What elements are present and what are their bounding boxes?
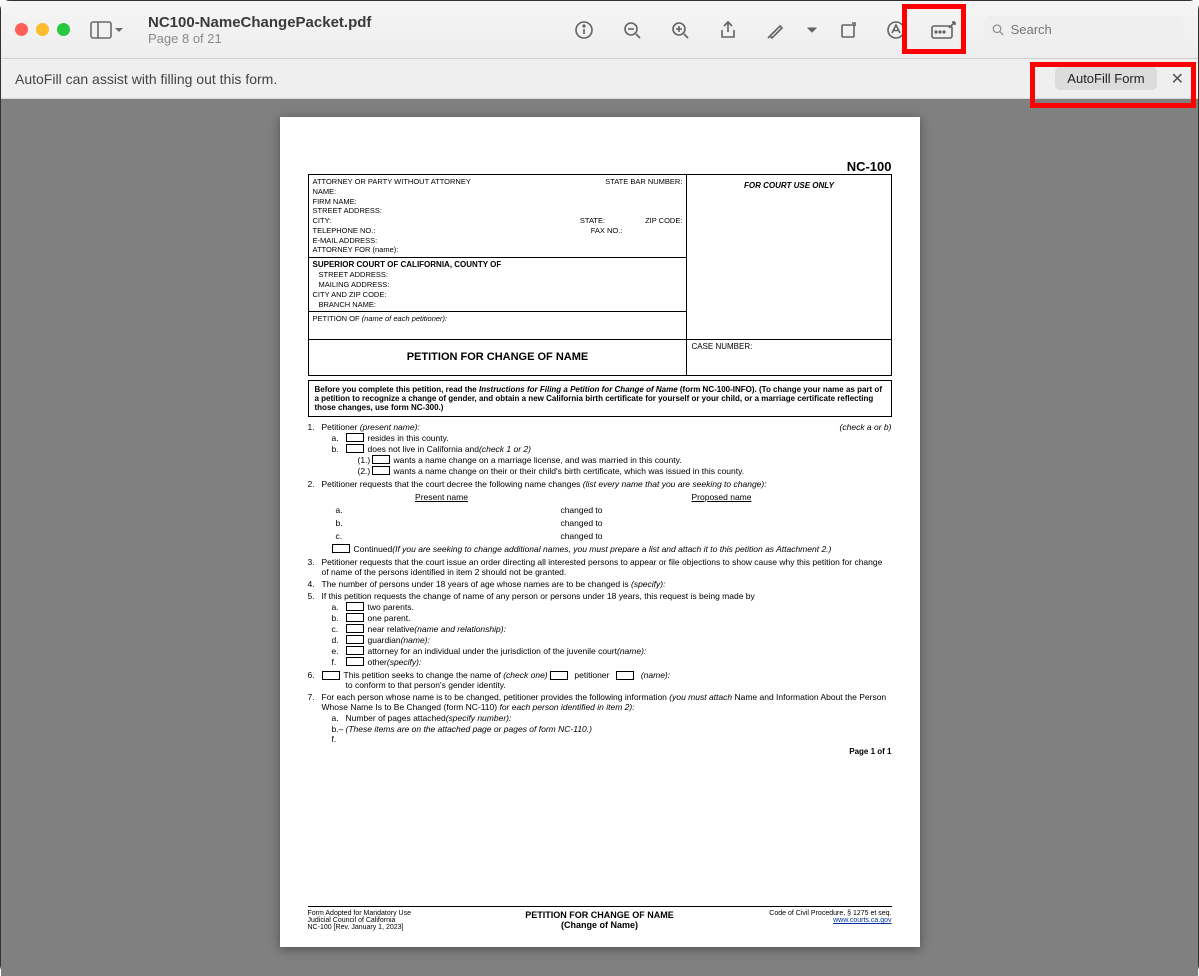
form-items: 1. Petitioner (present name):(check a or…: [308, 422, 892, 745]
lbl-name: NAME:: [313, 187, 683, 197]
window-controls: [15, 23, 70, 36]
lbl-tel: TELEPHONE NO.:: [313, 226, 376, 236]
form-fill-button[interactable]: [920, 12, 968, 48]
page-number: Page 1 of 1: [308, 747, 892, 756]
checkbox-5a[interactable]: [346, 602, 364, 611]
titlebar: NC100-NameChangePacket.pdf Page 8 of 21: [1, 1, 1198, 59]
checkbox-6name[interactable]: [616, 671, 634, 680]
checkbox-2cont[interactable]: [332, 544, 350, 553]
lbl-attfor: ATTORNEY FOR (name):: [313, 245, 683, 255]
instructions-box: Before you complete this petition, read …: [308, 380, 892, 417]
lbl-cstreet: STREET ADDRESS:: [319, 270, 683, 280]
court-title: SUPERIOR COURT OF CALIFORNIA, COUNTY OF: [313, 260, 683, 270]
form-footer: Form Adopted for Mandatory UseJudicial C…: [308, 906, 892, 931]
lbl-petitionof: PETITION OF (name of each petitioner):: [313, 314, 448, 323]
pdf-page: NC-100 ATTORNEY OR PARTY WITHOUT ATTORNE…: [280, 117, 920, 947]
petition-title: PETITION FOR CHANGE OF NAME: [308, 340, 687, 375]
checkbox-5d[interactable]: [346, 635, 364, 644]
lbl-email: E-MAIL ADDRESS:: [313, 236, 683, 246]
minimize-window-button[interactable]: [36, 23, 49, 36]
checkbox-1b1[interactable]: [372, 455, 390, 464]
info-button[interactable]: [560, 12, 608, 48]
lbl-attorney: ATTORNEY OR PARTY WITHOUT ATTORNEY: [313, 177, 471, 187]
markup-button[interactable]: [872, 12, 920, 48]
search-field[interactable]: [984, 16, 1184, 44]
lbl-fax: FAX NO.:: [591, 226, 623, 236]
checkbox-1a[interactable]: [346, 433, 364, 442]
fullscreen-window-button[interactable]: [57, 23, 70, 36]
search-input[interactable]: [1011, 22, 1176, 37]
lbl-street: STREET ADDRESS:: [313, 206, 683, 216]
checkbox-5b[interactable]: [346, 613, 364, 622]
checkbox-5e[interactable]: [346, 646, 364, 655]
zoom-in-button[interactable]: [656, 12, 704, 48]
checkbox-1b2[interactable]: [372, 466, 390, 475]
lbl-caseno: CASE NUMBER:: [687, 340, 890, 354]
form-code: NC-100: [308, 159, 892, 174]
lbl-cbranch: BRANCH NAME:: [319, 300, 683, 310]
filename-label: NC100-NameChangePacket.pdf: [148, 14, 428, 31]
lbl-ccityzip: CITY AND ZIP CODE:: [313, 290, 683, 300]
lbl-city: CITY:: [313, 216, 332, 226]
close-window-button[interactable]: [15, 23, 28, 36]
checkbox-5f[interactable]: [346, 657, 364, 666]
lbl-firm: FIRM NAME:: [313, 197, 683, 207]
lbl-state: STATE:: [580, 216, 605, 226]
highlight-button[interactable]: [752, 12, 800, 48]
autofill-banner: AutoFill can assist with filling out thi…: [1, 59, 1198, 99]
lbl-cmail: MAILING ADDRESS:: [319, 280, 683, 290]
checkbox-6[interactable]: [322, 671, 340, 680]
checkbox-1b[interactable]: [346, 444, 364, 453]
checkbox-5c[interactable]: [346, 624, 364, 633]
close-banner-button[interactable]: ✕: [1171, 69, 1184, 89]
lbl-zip: ZIP CODE:: [645, 216, 682, 226]
share-button[interactable]: [704, 12, 752, 48]
court-use-label: FOR COURT USE ONLY: [687, 175, 890, 191]
autofill-message: AutoFill can assist with filling out thi…: [15, 71, 277, 87]
page-status-label: Page 8 of 21: [148, 31, 428, 46]
autofill-form-button[interactable]: AutoFill Form: [1055, 67, 1156, 90]
checkbox-6pet[interactable]: [550, 671, 568, 680]
zoom-out-button[interactable]: [608, 12, 656, 48]
sidebar-toggle-button[interactable]: [90, 21, 124, 39]
document-title: NC100-NameChangePacket.pdf Page 8 of 21: [148, 14, 428, 46]
highlight-dropdown-button[interactable]: [800, 12, 824, 48]
rotate-button[interactable]: [824, 12, 872, 48]
lbl-statebar: STATE BAR NUMBER:: [605, 177, 682, 187]
document-viewport[interactable]: NC-100 ATTORNEY OR PARTY WITHOUT ATTORNE…: [1, 99, 1198, 976]
